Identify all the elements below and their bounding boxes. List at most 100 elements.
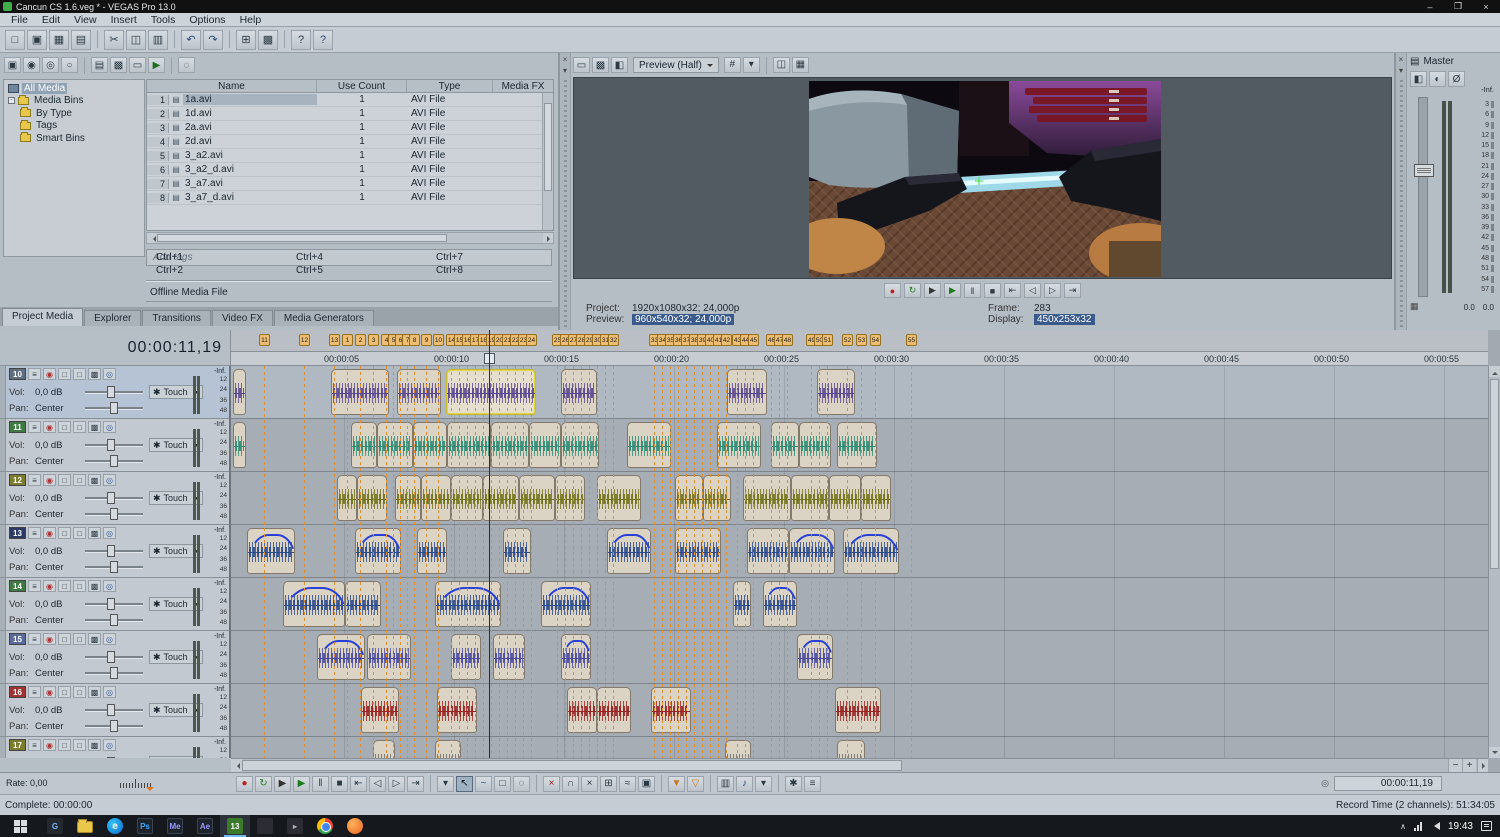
track-header-14[interactable]: 14 ≡ ◉ □ □ ▩ ◎ Vol: 0,0 dB ✱ Touch Pan: Center -Inf. 1… [0, 578, 229, 631]
scroll-left-icon[interactable] [231, 759, 242, 772]
track-fx-button[interactable]: ▩ [88, 739, 101, 751]
stop-button[interactable]: ■ [984, 283, 1001, 298]
track-grip[interactable] [0, 631, 6, 683]
media-list-hscrollbar[interactable] [146, 232, 554, 244]
marker-8[interactable]: 8 [409, 334, 420, 346]
audio-event[interactable] [451, 634, 481, 680]
track-number-badge[interactable]: 10 [9, 368, 26, 380]
tab-explorer[interactable]: Explorer [84, 310, 142, 326]
invert-phase-button[interactable]: ◎ [103, 474, 116, 486]
audio-event[interactable] [651, 687, 691, 733]
track-header-13[interactable]: 13 ≡ ◉ □ □ ▩ ◎ Vol: 0,0 dB ✱ Touch Pan: Center -Inf. 1… [0, 525, 229, 578]
audio-event[interactable] [373, 740, 395, 758]
tree-item-all-media[interactable]: All Media [4, 82, 144, 95]
close-button[interactable]: × [1472, 0, 1500, 13]
taskbar-app-media-player[interactable]: ▸ [280, 815, 310, 837]
scroll-left-icon[interactable] [147, 233, 157, 243]
slider-knob[interactable] [107, 492, 115, 504]
cursor-time-field[interactable]: 00:00:11,19 [1334, 776, 1442, 791]
mute-button[interactable]: □ [58, 421, 71, 433]
pin-icon[interactable]: ▾ [1399, 66, 1403, 75]
dim-output-button[interactable]: ◐ [1429, 71, 1446, 87]
track-header-10[interactable]: 10 ≡ ◉ □ □ ▩ ◎ Vol: 0,0 dB ✱ Touch Pan: Center -Inf. 1… [0, 366, 229, 419]
audio-event[interactable] [727, 369, 767, 415]
audio-event[interactable] [417, 528, 447, 574]
column-header-name[interactable]: Name [147, 80, 317, 92]
audio-event[interactable] [675, 528, 721, 574]
media-file-row[interactable]: 7 ▤ 3_a7.avi 1 AVI File [147, 177, 553, 191]
track-number-badge[interactable]: 16 [9, 686, 26, 698]
pan-slider[interactable] [85, 561, 143, 573]
audio-event[interactable] [627, 422, 671, 468]
audio-event[interactable] [447, 422, 491, 468]
play-button[interactable]: ▶ [293, 775, 310, 792]
play-button[interactable]: ▶ [944, 283, 961, 298]
playhead[interactable] [489, 330, 490, 758]
track-lanes[interactable] [231, 366, 1488, 758]
capture-video-button[interactable]: ◉ [23, 57, 40, 73]
track-automation-button[interactable]: ≡ [28, 633, 41, 645]
media-file-row[interactable]: 2 ▤ 1d.avi 1 AVI File [147, 107, 553, 121]
scrollbar-thumb[interactable] [1490, 379, 1499, 569]
audio-event[interactable] [733, 581, 751, 627]
taskbar-app-gom-player[interactable]: G [40, 815, 70, 837]
go-to-start-button[interactable]: ⇤ [1004, 283, 1021, 298]
pan-slider[interactable] [85, 614, 143, 626]
slider-knob[interactable] [107, 651, 115, 663]
tree-item-tags[interactable]: Tags [4, 119, 144, 133]
audio-event[interactable] [561, 422, 599, 468]
audio-event[interactable] [717, 422, 761, 468]
media-file-row[interactable]: 5 ▤ 3_a2.avi 1 AVI File [147, 149, 553, 163]
track-fx-button[interactable]: ▩ [88, 633, 101, 645]
taskbar-app-photoshop[interactable]: Ps [130, 815, 160, 837]
preview-quality-dropdown[interactable]: Preview (Half) [633, 57, 719, 73]
taskbar-app-vegas-pro[interactable]: 13 [220, 815, 250, 837]
track-automation-button[interactable]: ≡ [28, 739, 41, 751]
slider-knob[interactable] [107, 439, 115, 451]
audio-event[interactable] [837, 422, 877, 468]
auto-ripple-button[interactable]: ≈ [619, 775, 636, 792]
timeline-hscrollbar[interactable] [231, 758, 1488, 772]
expander-icon[interactable]: - [8, 97, 15, 105]
audio-event[interactable] [791, 475, 829, 521]
audio-event[interactable] [567, 687, 597, 733]
audio-event[interactable] [233, 369, 246, 415]
scroll-down-icon[interactable] [1489, 747, 1500, 758]
tab-transitions[interactable]: Transitions [142, 310, 211, 326]
scroll-right-icon[interactable] [543, 233, 553, 243]
invert-phase-button[interactable]: ◎ [103, 421, 116, 433]
mute-button[interactable]: □ [58, 580, 71, 592]
arm-record-button[interactable]: ◉ [43, 527, 56, 539]
track-header-15[interactable]: 15 ≡ ◉ □ □ ▩ ◎ Vol: 0,0 dB ✱ Touch Pan: Center -Inf. 1… [0, 631, 229, 684]
slider-knob[interactable] [110, 720, 118, 732]
taskbar-app-firefox[interactable] [340, 815, 370, 837]
record-button[interactable]: ● [884, 283, 901, 298]
mute-button[interactable]: □ [58, 633, 71, 645]
close-icon[interactable]: × [563, 55, 568, 64]
go-to-end-button[interactable]: ⇥ [1064, 283, 1081, 298]
cut-button[interactable]: ✂ [104, 29, 124, 50]
audio-event[interactable] [493, 634, 525, 680]
mute-button[interactable]: □ [58, 686, 71, 698]
master-fader[interactable] [1414, 97, 1434, 297]
undo-button[interactable]: ↶ [181, 29, 201, 50]
delete-button[interactable]: × [543, 775, 560, 792]
track-lane-13[interactable] [231, 525, 1488, 578]
selection-edit-tool-button[interactable]: □ [494, 775, 511, 792]
track-fx-button[interactable]: ▩ [88, 421, 101, 433]
downmix-output-button[interactable]: ◧ [1410, 71, 1427, 87]
mute-output-button[interactable]: Ø [1448, 71, 1465, 87]
track-automation-button[interactable]: ≡ [28, 474, 41, 486]
cursor-time-display[interactable]: 00:00:11,19 [128, 339, 222, 357]
track-grip[interactable] [0, 472, 6, 524]
track-automation-button[interactable]: ≡ [28, 580, 41, 592]
stop-button[interactable]: ■ [331, 775, 348, 792]
pan-slider[interactable] [85, 720, 143, 732]
copy-button[interactable]: ◫ [126, 29, 146, 50]
marker-24[interactable]: 24 [526, 334, 537, 346]
audio-event[interactable] [413, 422, 447, 468]
marker-45[interactable]: 45 [748, 334, 759, 346]
invert-phase-button[interactable]: ◎ [103, 686, 116, 698]
save-snapshot-button[interactable]: ▦ [791, 56, 809, 73]
pause-button[interactable]: ‖ [312, 775, 329, 792]
